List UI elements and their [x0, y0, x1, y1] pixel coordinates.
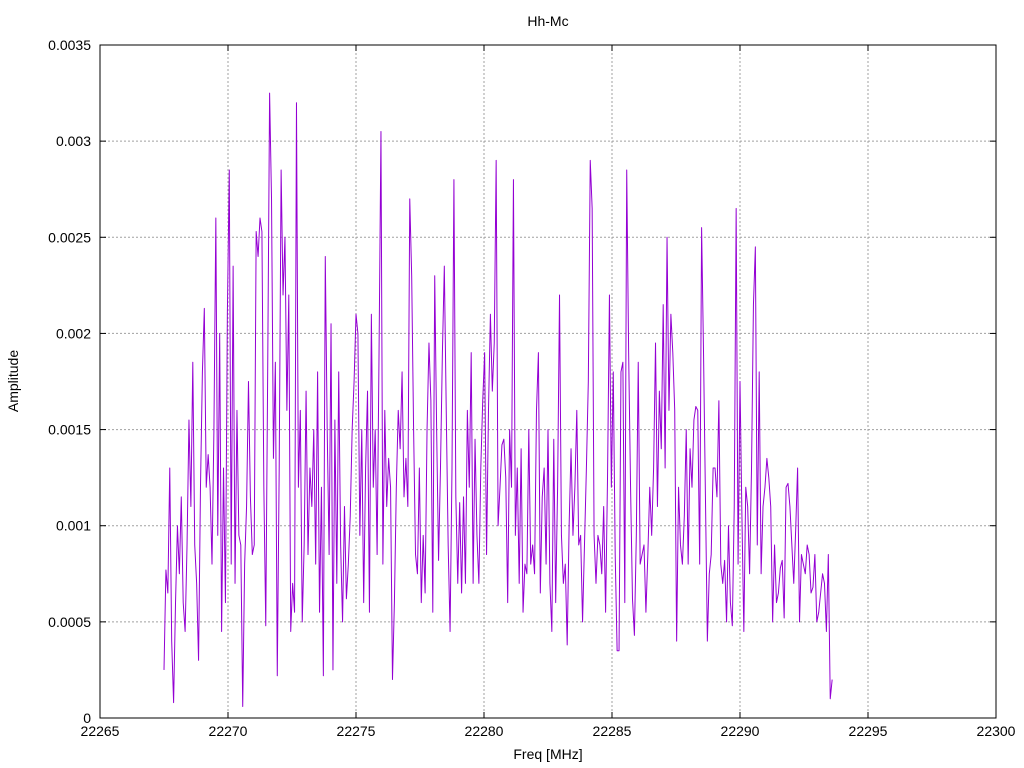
chart-title: Hh-Mc: [527, 13, 568, 29]
x-tick-label: 22275: [337, 723, 376, 739]
plot-frame: [99, 44, 997, 719]
x-tick-label: 22295: [849, 723, 888, 739]
line-chart: 22265 22270 22275 22280 22285 22290 22295 22300…: [5, 13, 1016, 762]
y-tick-label: 0: [83, 710, 91, 726]
x-tick-label: 22300: [977, 723, 1016, 739]
x-tick-label: 22290: [721, 723, 760, 739]
x-tick-labels: 22265 22270 22275 22280 22285 22290 22295 22300: [81, 723, 1016, 739]
y-tick-label: 0.0025: [48, 229, 91, 245]
grid-lines: [100, 45, 996, 718]
y-tick-label: 0.001: [56, 518, 91, 534]
x-axis-label: Freq [MHz]: [513, 746, 582, 762]
y-axis-label: Amplitude: [5, 350, 21, 412]
y-tick-label: 0.0005: [48, 614, 91, 630]
y-tick-label: 0.0035: [48, 37, 91, 53]
y-tick-labels: 0 0.0005 0.001 0.0015 0.002 0.0025 0.003 0.0035: [48, 37, 91, 726]
y-tick-label: 0.0015: [48, 422, 91, 438]
x-tick-label: 22285: [593, 723, 632, 739]
y-tick-label: 0.002: [56, 325, 91, 341]
x-tick-label: 22280: [465, 723, 504, 739]
series-line: [163, 92, 833, 707]
y-tick-label: 0.003: [56, 133, 91, 149]
x-tick-label: 22270: [209, 723, 248, 739]
tick-marks: [99, 44, 997, 719]
series-group: [163, 92, 833, 707]
